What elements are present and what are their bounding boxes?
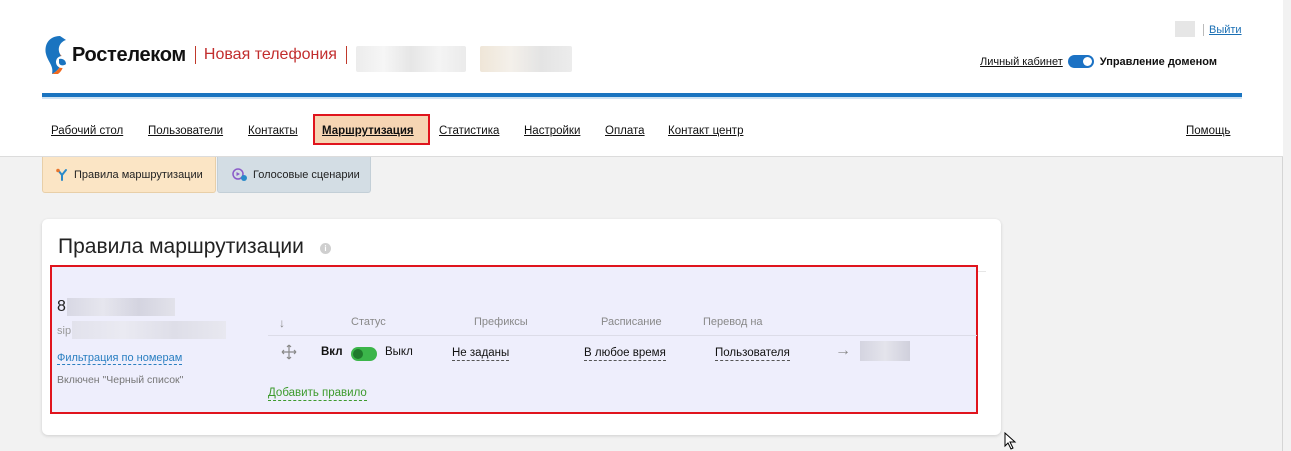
mode-switcher: Личный кабинет Управление доменом xyxy=(980,55,1217,68)
rule-phone-number: 8 xyxy=(57,298,66,315)
redacted-phone xyxy=(67,298,175,316)
blacklist-note: Включен "Черный список" xyxy=(57,374,184,386)
tab-routing-rules-label: Правила маршрутизации xyxy=(74,168,203,181)
redacted-transfer-target xyxy=(860,341,910,361)
status-toggle[interactable] xyxy=(351,347,377,361)
status-toggle-knob xyxy=(353,349,363,359)
header: Ростелеком Новая телефония Выйти Личный … xyxy=(0,0,1283,157)
redacted-company-name-2 xyxy=(480,46,572,72)
column-transfer: Перевод на xyxy=(703,316,763,328)
toggle-knob xyxy=(1082,57,1092,66)
rule-header-divider xyxy=(268,335,977,336)
status-on-label: Вкл xyxy=(321,346,343,358)
top-separator xyxy=(1203,24,1204,36)
redacted-company-name xyxy=(356,46,466,72)
brand-separator xyxy=(194,46,196,64)
voice-scenario-icon xyxy=(232,167,247,181)
nav-users[interactable]: Пользователи xyxy=(148,125,223,137)
sort-arrow-icon[interactable]: ↓ xyxy=(279,316,285,330)
logout-link[interactable]: Выйти xyxy=(1209,24,1242,36)
schedule-value[interactable]: В любое время xyxy=(584,346,666,361)
info-icon[interactable]: i xyxy=(320,243,331,254)
drag-move-icon[interactable] xyxy=(281,344,297,360)
tab-voice-scenarios[interactable]: Голосовые сценарии xyxy=(217,157,371,193)
column-status: Статус xyxy=(351,316,386,328)
nav-settings[interactable]: Настройки xyxy=(524,125,580,137)
routing-icon xyxy=(56,168,67,181)
brand-name: Ростелеком xyxy=(72,43,186,66)
nav-payment[interactable]: Оплата xyxy=(605,125,645,137)
nav-contact-center[interactable]: Контакт центр xyxy=(668,125,743,137)
nav-routing-label: Маршрутизация xyxy=(322,125,414,137)
nav-routing[interactable]: Маршрутизация xyxy=(313,114,430,145)
personal-cabinet-link[interactable]: Личный кабинет xyxy=(980,56,1063,68)
domain-management-label: Управление доменом xyxy=(1099,55,1217,68)
nav-desktop[interactable]: Рабочий стол xyxy=(51,125,123,137)
nav-contacts[interactable]: Контакты xyxy=(248,125,298,137)
column-schedule: Расписание xyxy=(601,316,662,328)
product-name: Новая телефония xyxy=(203,46,337,63)
mouse-cursor-icon xyxy=(1004,432,1017,450)
status-off-label: Выкл xyxy=(385,346,413,358)
redacted-sip xyxy=(72,321,226,339)
header-divider-shadow xyxy=(42,97,1242,99)
rostelecom-logo-icon xyxy=(45,36,68,74)
help-link[interactable]: Помощь xyxy=(1186,125,1230,137)
brand-logo[interactable]: Ростелеком Новая телефония xyxy=(40,32,347,78)
scrollbar[interactable] xyxy=(1283,0,1291,451)
routing-rule-block xyxy=(50,265,978,414)
tab-voice-scenarios-label: Голосовые сценарии xyxy=(253,168,360,181)
nav-statistics[interactable]: Статистика xyxy=(439,125,499,137)
tab-routing-rules[interactable]: Правила маршрутизации xyxy=(42,157,216,193)
mode-toggle[interactable] xyxy=(1067,55,1094,68)
page-title: Правила маршрутизации xyxy=(58,235,304,258)
page: Ростелеком Новая телефония Выйти Личный … xyxy=(0,0,1283,451)
arrow-right-icon: → xyxy=(835,342,851,359)
brand-separator-2 xyxy=(345,46,347,64)
transfer-value[interactable]: Пользователя xyxy=(715,346,790,361)
add-rule-link[interactable]: Добавить правило xyxy=(268,386,367,401)
prefixes-value[interactable]: Не заданы xyxy=(452,346,510,361)
number-filter-link[interactable]: Фильтрация по номерам xyxy=(57,352,183,365)
avatar[interactable] xyxy=(1175,21,1195,37)
column-prefixes: Префиксы xyxy=(474,316,528,328)
